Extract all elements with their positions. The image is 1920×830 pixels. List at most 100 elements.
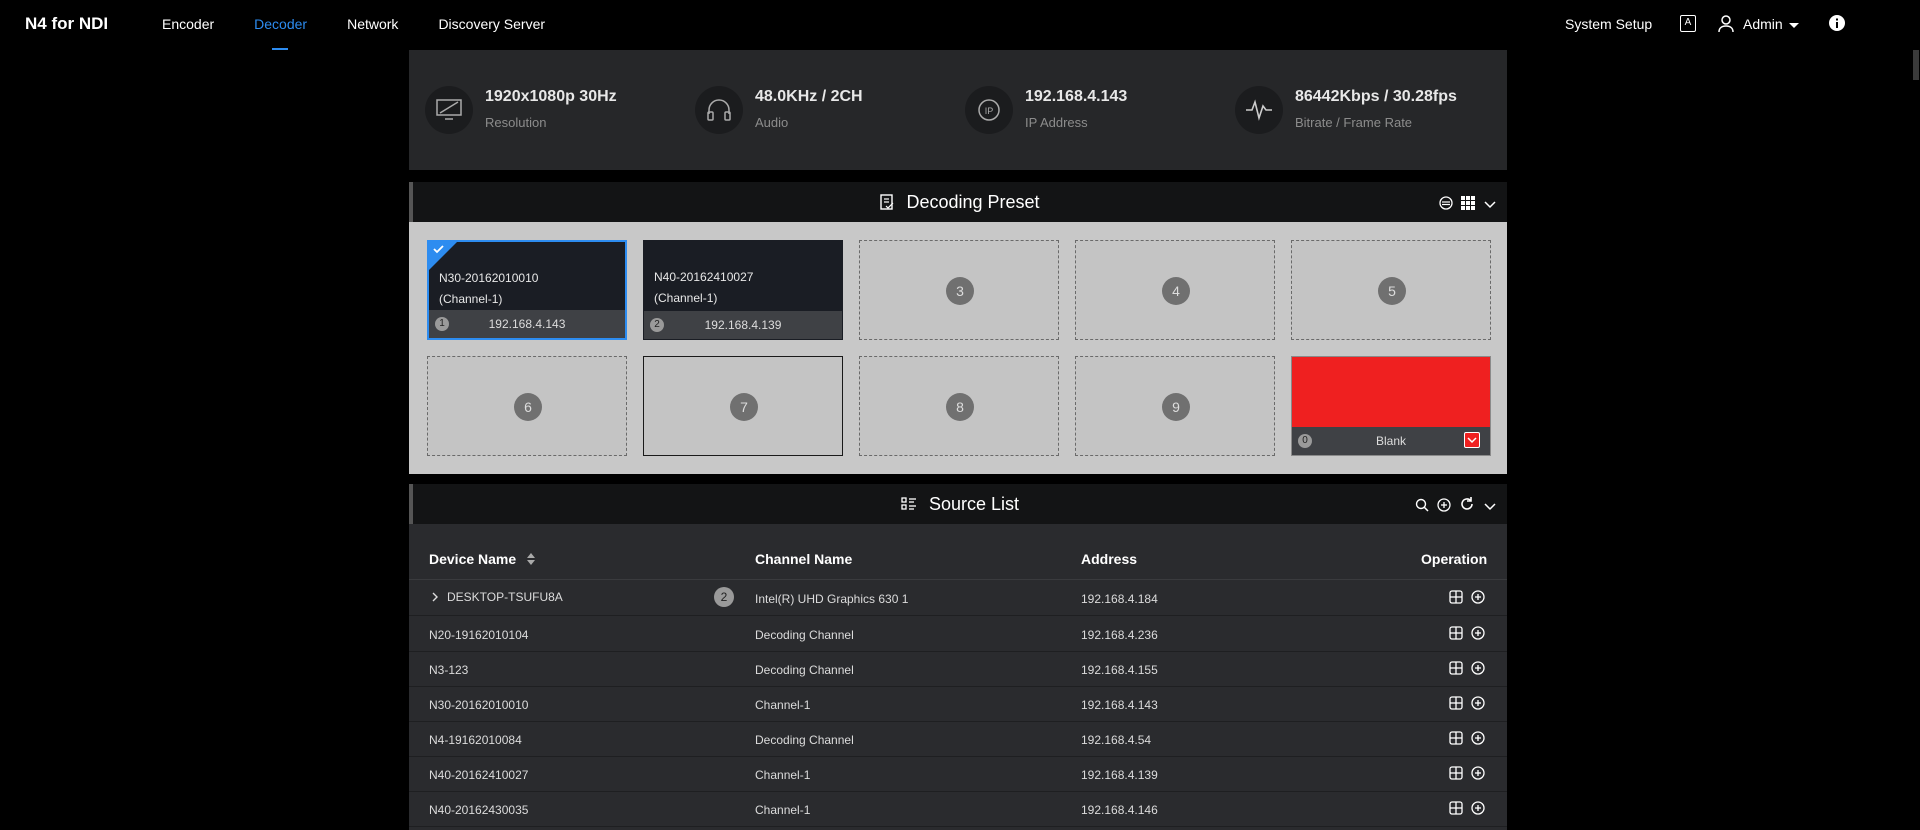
- channel-name: Channel-1: [755, 698, 811, 712]
- tile-number: 7: [730, 393, 758, 421]
- assign-preset-icon[interactable]: [1449, 626, 1463, 640]
- refresh-icon[interactable]: [1459, 496, 1475, 517]
- channel-name: Channel-1: [755, 803, 811, 817]
- add-icon[interactable]: [1471, 590, 1485, 604]
- preset-tile-2[interactable]: N40-20162410027 (Channel-1) 2 192.168.4.13…: [643, 240, 843, 340]
- tile-number: 3: [946, 277, 974, 305]
- stat-bitrate: 86442Kbps / 30.28fps Bitrate / Frame Rat…: [1235, 86, 1457, 134]
- chevron-down-icon[interactable]: [1483, 194, 1497, 215]
- expand-row[interactable]: DESKTOP-TSUFU8A: [431, 590, 563, 604]
- address: 192.168.4.146: [1081, 803, 1158, 817]
- add-icon[interactable]: [1471, 661, 1485, 675]
- device-name: N4-19162010084: [429, 733, 522, 747]
- layout-icon[interactable]: [1439, 194, 1453, 215]
- top-nav-bar: N4 for NDI Encoder Decoder Network Disco…: [0, 0, 1920, 50]
- table-row[interactable]: N4-19162010084 Decoding Channel 192.168.…: [409, 722, 1507, 757]
- address: 192.168.4.139: [1081, 768, 1158, 782]
- source-list-title: Source List: [928, 493, 1020, 514]
- info-icon[interactable]: [1829, 15, 1845, 34]
- monitor-icon: [425, 86, 473, 134]
- system-setup-link[interactable]: System Setup: [1565, 16, 1652, 32]
- assign-preset-icon[interactable]: [1449, 661, 1463, 675]
- tile-number: 4: [1162, 277, 1190, 305]
- assign-preset-icon[interactable]: [1449, 696, 1463, 710]
- list-icon: [901, 497, 916, 510]
- chevron-down-icon: [1788, 22, 1799, 28]
- preset-tile-6[interactable]: 6: [427, 356, 627, 456]
- nav-network[interactable]: Network: [347, 16, 398, 32]
- user-name: Admin: [1743, 16, 1783, 32]
- preset-tile-1[interactable]: N30-20162010010 (Channel-1) 1 192.168.4.14…: [427, 240, 627, 340]
- main-nav: Encoder Decoder Network Discovery Server: [162, 16, 585, 50]
- assign-preset-icon[interactable]: [1449, 590, 1463, 604]
- audio-label: Audio: [755, 115, 789, 130]
- add-icon[interactable]: [1471, 626, 1485, 640]
- add-icon[interactable]: [1471, 696, 1485, 710]
- nav-decoder[interactable]: Decoder: [254, 16, 307, 50]
- col-address: Address: [1081, 551, 1138, 567]
- language-icon[interactable]: A: [1680, 15, 1696, 32]
- resolution-value: 1920x1080p 30Hz: [485, 88, 617, 105]
- nav-encoder[interactable]: Encoder: [162, 16, 214, 32]
- preset-tile-3[interactable]: 3: [859, 240, 1059, 340]
- device-name: DESKTOP-TSUFU8A: [447, 590, 563, 604]
- channel-name: Decoding Channel: [755, 663, 854, 677]
- scrollbar-thumb[interactable]: [1913, 50, 1919, 80]
- device-name: N30-20162010010: [429, 698, 529, 712]
- table-row[interactable]: N20-19162010104 Decoding Channel 192.168…: [409, 617, 1507, 652]
- tile-device-name: N40-20162410027: [654, 270, 754, 284]
- address: 192.168.4.54: [1081, 733, 1152, 747]
- preset-doc-icon: [880, 194, 894, 210]
- preset-tile-9[interactable]: 9: [1075, 356, 1275, 456]
- add-icon[interactable]: [1437, 496, 1451, 517]
- col-channel-name: Channel Name: [755, 551, 853, 567]
- top-right-nav: System Setup A Admin: [1565, 15, 1845, 33]
- address: 192.168.4.155: [1081, 663, 1158, 677]
- sort-icon[interactable]: [526, 552, 536, 566]
- chevron-down-icon[interactable]: [1483, 496, 1497, 517]
- channel-count-badge: 2: [714, 587, 734, 607]
- tile-ip: 192.168.4.139: [704, 318, 782, 332]
- user-icon[interactable]: [1718, 15, 1734, 36]
- app-title: N4 for NDI: [25, 14, 109, 33]
- ip-value: 192.168.4.143: [1025, 88, 1128, 105]
- source-list-table: Device Name Channel Name Address Operati…: [409, 524, 1507, 830]
- preset-tile-7[interactable]: 7: [643, 356, 843, 456]
- preset-tile-8[interactable]: 8: [859, 356, 1059, 456]
- table-row[interactable]: N40-20162410027 Channel-1 192.168.4.139: [409, 757, 1507, 792]
- chevron-right-icon[interactable]: [431, 592, 439, 602]
- check-icon: [433, 245, 444, 254]
- table-row[interactable]: N40-20162430035 Channel-1 192.168.4.146: [409, 792, 1507, 827]
- assign-preset-icon[interactable]: [1449, 801, 1463, 815]
- nav-discovery-server[interactable]: Discovery Server: [438, 16, 545, 32]
- add-icon[interactable]: [1471, 731, 1485, 745]
- tile-number: 8: [946, 393, 974, 421]
- col-device-name[interactable]: Device Name: [429, 551, 536, 567]
- preset-tile-5[interactable]: 5: [1291, 240, 1491, 340]
- table-row[interactable]: N30-20162010010 Channel-1 192.168.4.143: [409, 687, 1507, 722]
- grid-icon[interactable]: [1461, 194, 1475, 215]
- channel-name: Decoding Channel: [755, 733, 854, 747]
- headphones-icon: [695, 86, 743, 134]
- channel-name: Intel(R) UHD Graphics 630 1: [755, 592, 909, 606]
- assign-preset-icon[interactable]: [1449, 731, 1463, 745]
- search-icon[interactable]: [1415, 496, 1429, 517]
- stat-audio: 48.0KHz / 2CH Audio: [695, 86, 863, 134]
- preset-tile-4[interactable]: 4: [1075, 240, 1275, 340]
- ip-icon: IP: [965, 86, 1013, 134]
- add-icon[interactable]: [1471, 801, 1485, 815]
- device-name: N40-20162410027: [429, 768, 529, 782]
- col-operation: Operation: [1421, 551, 1488, 567]
- status-panel: 1920x1080p 30Hz Resolution 48.0KHz / 2CH…: [409, 50, 1507, 170]
- blank-dropdown-button[interactable]: [1464, 432, 1480, 448]
- pulse-icon: [1235, 86, 1283, 134]
- preset-tile-blank[interactable]: 0 Blank: [1291, 356, 1491, 456]
- table-row[interactable]: N3-123 Decoding Channel 192.168.4.155: [409, 652, 1507, 687]
- decoding-preset-title: Decoding Preset: [906, 191, 1040, 212]
- user-menu[interactable]: Admin: [1743, 16, 1799, 32]
- table-row[interactable]: DESKTOP-TSUFU8A 2 Intel(R) UHD Graphics …: [409, 581, 1507, 616]
- assign-preset-icon[interactable]: [1449, 766, 1463, 780]
- channel-name: Decoding Channel: [755, 628, 854, 642]
- page-scrollbar[interactable]: [1912, 50, 1920, 830]
- add-icon[interactable]: [1471, 766, 1485, 780]
